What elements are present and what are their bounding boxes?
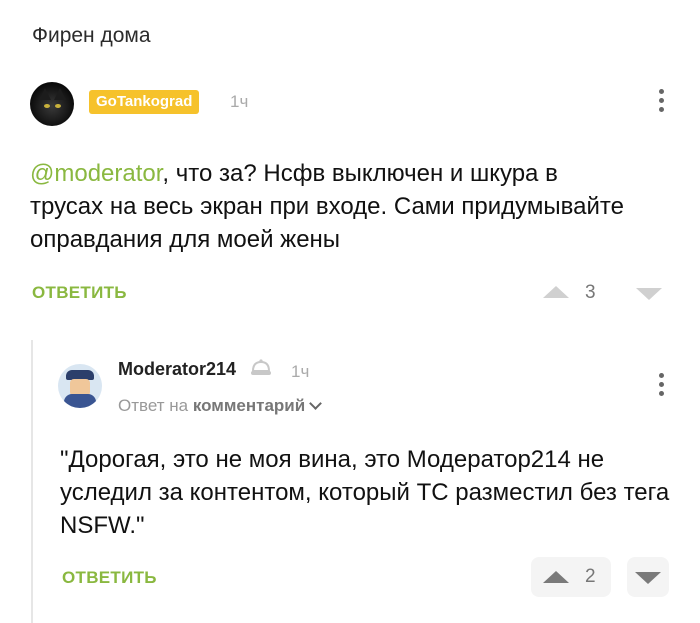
reply-button[interactable]: ОТВЕТИТЬ [62, 568, 157, 588]
reply-to-link[interactable]: Ответ на комментарий [118, 396, 323, 416]
author-name[interactable]: Moderator214 [118, 359, 236, 380]
arrow-up-icon[interactable] [543, 286, 569, 298]
more-vertical-icon[interactable] [658, 373, 664, 400]
thread-line[interactable] [31, 340, 33, 623]
arrow-up-icon[interactable] [543, 571, 569, 583]
reply-to-target: комментарий [192, 396, 306, 415]
cat-eye [55, 104, 61, 108]
arrow-down-icon[interactable] [635, 572, 661, 584]
comment-text: "Дорогая, это не моя вина, это Модератор… [60, 446, 670, 539]
cat-ear [39, 88, 51, 100]
mention-link[interactable]: @moderator [30, 160, 162, 187]
comment-score: 2 [585, 566, 596, 587]
reply-to-prefix: Ответ на [118, 396, 189, 415]
avatar[interactable] [58, 364, 102, 408]
chevron-down-icon [309, 397, 323, 410]
comment-score: 3 [585, 282, 596, 303]
comment-time: 1ч [230, 92, 249, 111]
reply-button[interactable]: ОТВЕТИТЬ [32, 283, 127, 303]
cat-eye [44, 104, 50, 108]
post-title[interactable]: Фирен дома [32, 24, 151, 48]
comment-time: 1ч [291, 362, 310, 381]
avatar[interactable] [30, 82, 74, 126]
helmet-icon [251, 359, 271, 375]
author-name-badge[interactable]: GoTankograd [89, 90, 200, 114]
more-vertical-icon[interactable] [658, 89, 664, 116]
arrow-down-icon[interactable] [636, 288, 662, 300]
comment-text: @moderator, что за? Нсфв выключен и шкур… [30, 157, 630, 256]
cat-ear [54, 88, 66, 100]
avatar-body [64, 394, 96, 408]
